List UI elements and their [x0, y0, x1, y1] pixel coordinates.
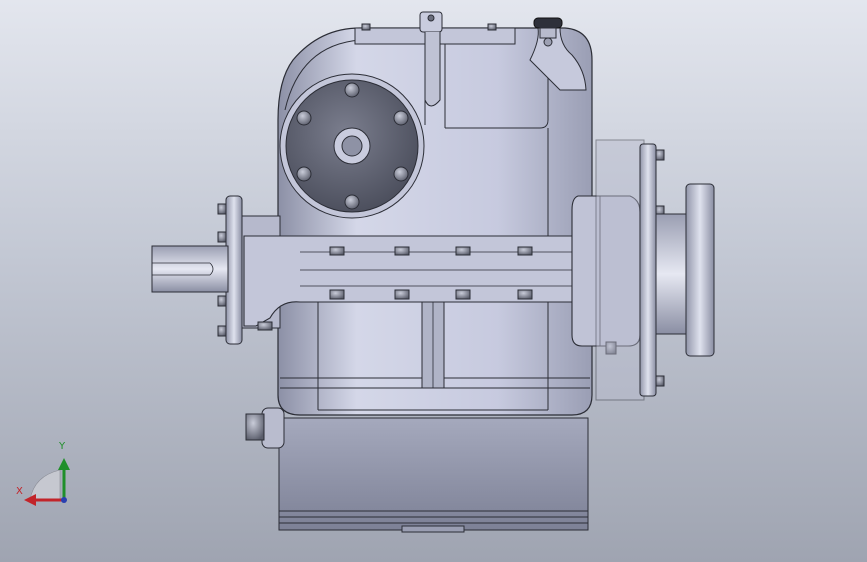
triad-y-label: Y [59, 441, 66, 452]
gearbox-model[interactable] [0, 0, 867, 562]
input-shaft [151, 245, 229, 293]
bearing-cover-plate [279, 73, 425, 219]
triad-x-label: X [16, 486, 23, 497]
drain-plug [245, 407, 285, 449]
graphics-viewport[interactable]: Y X [0, 0, 867, 562]
output-hub [655, 183, 715, 357]
base-block [278, 417, 589, 533]
orientation-triad [24, 458, 70, 506]
